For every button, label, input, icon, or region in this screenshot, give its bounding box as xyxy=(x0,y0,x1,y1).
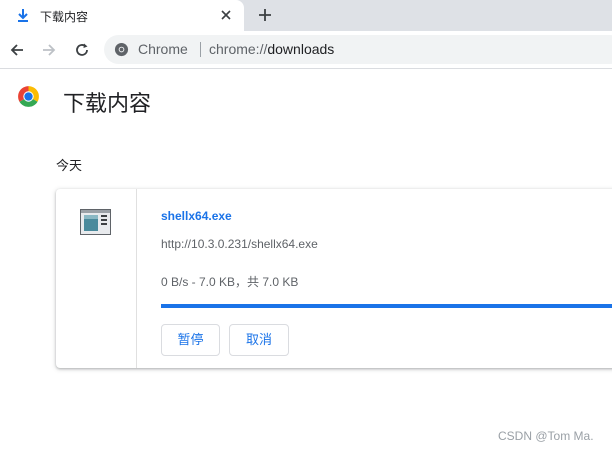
back-arrow-icon[interactable] xyxy=(9,42,25,58)
tab-downloads[interactable]: 下载内容 xyxy=(0,0,244,31)
omnibox-url: chrome://downloads xyxy=(209,41,334,57)
address-bar[interactable]: Chrome chrome://downloads xyxy=(104,35,612,64)
download-item-card: shellx64.exe http://10.3.0.231/shellx64.… xyxy=(56,189,612,368)
progress-fill xyxy=(161,304,612,308)
forward-arrow-icon[interactable] xyxy=(41,42,57,58)
watermark: CSDN @Tom Ma. xyxy=(498,429,594,443)
date-label: 今天 xyxy=(56,158,83,173)
chrome-page-icon[interactable] xyxy=(114,42,129,57)
pause-button[interactable]: 暂停 xyxy=(161,324,220,356)
reload-icon[interactable] xyxy=(74,42,90,58)
download-icon xyxy=(18,9,28,22)
cancel-button[interactable]: 取消 xyxy=(229,324,289,356)
file-name-link[interactable]: shellx64.exe xyxy=(161,209,232,223)
tab-title: 下载内容 xyxy=(40,10,89,24)
chrome-logo-icon xyxy=(18,86,39,107)
close-icon[interactable] xyxy=(220,9,232,21)
download-progress-bar xyxy=(161,304,612,308)
url-scheme: chrome:// xyxy=(209,41,268,57)
card-divider xyxy=(136,189,137,368)
file-exe-icon xyxy=(80,209,111,235)
tab-strip: 下载内容 xyxy=(0,0,612,31)
page-title: 下载内容 xyxy=(63,91,152,116)
file-source-url[interactable]: http://10.3.0.231/shellx64.exe xyxy=(161,237,318,251)
omnibox-separator xyxy=(200,42,201,57)
url-path: downloads xyxy=(267,41,335,57)
toolbar: Chrome chrome://downloads xyxy=(0,31,612,69)
download-status: 0 B/s - 7.0 KB，共 7.0 KB xyxy=(161,275,299,289)
omnibox-chip: Chrome xyxy=(138,41,188,57)
new-tab-icon[interactable] xyxy=(258,8,272,22)
